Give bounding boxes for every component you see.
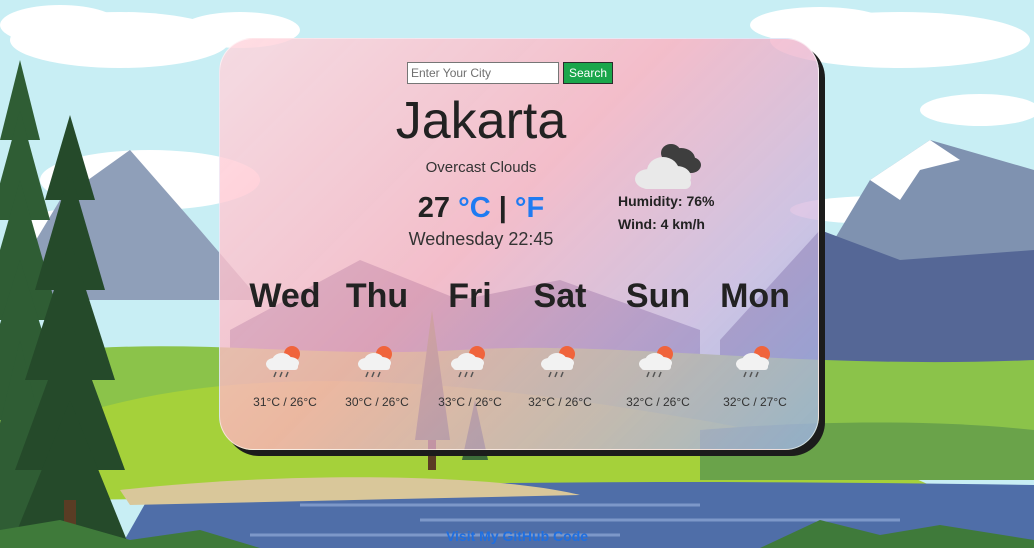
temperature-value: 27 [417,192,451,224]
celsius-toggle[interactable]: °C [458,192,491,224]
forecast-day-temps: 31°C / 26°C [253,395,317,409]
forecast-day-name: Thu [345,277,409,315]
forecast-day-name: Fri [448,277,492,315]
forecast-list: Wed 31°C / 26°C Thu 30°C / 26°C Fri 33°C… [240,277,800,417]
rain-sun-cloud-icon [266,346,300,378]
search-button[interactable]: Search [563,62,613,84]
forecast-day-temps: 32°C / 26°C [626,395,690,409]
forecast-day-temps: 30°C / 26°C [345,395,409,409]
weather-card: Search Jakarta Overcast Clouds 27 °C | °… [219,38,819,450]
forecast-day-name: Sun [625,277,691,315]
overcast-clouds-icon [635,144,701,189]
rain-sun-cloud-icon [736,346,770,378]
forecast-day-name: Mon [720,277,790,315]
rain-sun-cloud-icon [639,346,673,378]
unit-separator: | [498,192,507,224]
forecast-day-temps: 33°C / 26°C [438,395,502,409]
city-search-input[interactable] [407,62,559,84]
rain-sun-cloud-icon [358,346,392,378]
forecast-day-temps: 32°C / 26°C [528,395,592,409]
rain-sun-cloud-icon [541,346,575,378]
forecast-day: Sun 32°C / 26°C [613,277,703,409]
humidity-value: Humidity: 76% [618,193,715,209]
forecast-day: Wed 31°C / 26°C [240,277,330,409]
wind-value: Wind: 4 km/h [618,216,705,232]
forecast-day-name: Sat [533,277,587,315]
fahrenheit-toggle[interactable]: °F [515,192,544,224]
rain-sun-cloud-icon [451,346,485,378]
forecast-day: Mon 32°C / 27°C [710,277,800,409]
forecast-day-name: Wed [249,277,321,315]
forecast-day: Sat 32°C / 26°C [515,277,605,409]
forecast-day-temps: 32°C / 27°C [723,395,787,409]
current-temperature: 27 °C | °F [320,192,642,225]
city-name: Jakarta [395,92,567,150]
forecast-day: Thu 30°C / 26°C [332,277,422,409]
current-datetime: Wednesday 22:45 [408,229,554,249]
github-link[interactable]: Visit My GitHub Code [0,528,1034,544]
weather-description: Overcast Clouds [425,159,537,176]
forecast-day: Fri 33°C / 26°C [425,277,515,409]
